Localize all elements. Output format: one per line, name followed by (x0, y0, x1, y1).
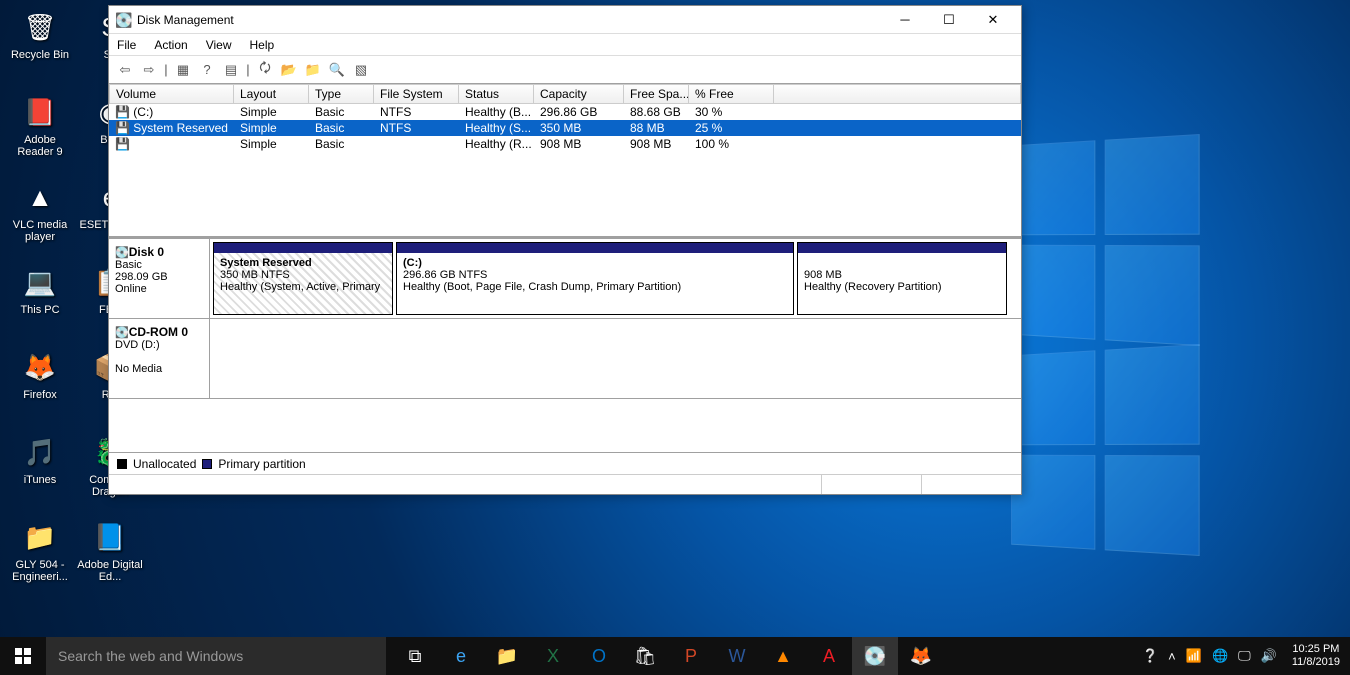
powerpoint-icon[interactable]: P (668, 637, 714, 675)
desktop-icon[interactable]: 📁GLY 504 - Engineeri... (5, 515, 75, 600)
desktop-icon[interactable]: 🗑 Recycle Bin (5, 5, 75, 90)
icon-label: Adobe Reader 9 (5, 134, 75, 158)
task-view-icon[interactable]: ⧉ (392, 637, 438, 675)
toolbar: ⇦ ⇨ | ▦ ? ▤ | 🗘 📂 📁 🔍 ▧ (109, 56, 1021, 84)
back-icon[interactable]: ⇦ (115, 60, 135, 80)
adobe-icon[interactable]: A (806, 637, 852, 675)
toolbar-icon[interactable]: ▤ (221, 60, 241, 80)
disk-info[interactable]: 💽CD-ROM 0DVD (D:)No Media (109, 319, 210, 398)
tray-icon[interactable]: 🌐 (1207, 648, 1233, 664)
partition[interactable]: System Reserved350 MB NTFSHealthy (Syste… (213, 242, 393, 315)
desktop-icon[interactable]: 💻 This PC (5, 260, 75, 345)
icon-label: Firefox (23, 389, 57, 401)
system-tray: ❔ ˄ 📶 🌐 🖵 🔊 10:25 PM 11/8/2019 (1137, 637, 1350, 675)
tray-chevron-icon[interactable]: ˄ (1163, 649, 1181, 664)
toolbar-icon[interactable]: 🔍 (327, 60, 347, 80)
legend-label: Primary partition (218, 457, 305, 471)
app-icon: 🦊 (20, 347, 60, 387)
icon-label: Recycle Bin (11, 49, 69, 61)
legend-swatch (202, 459, 212, 469)
icon-label: VLC media player (5, 219, 75, 243)
word-icon[interactable]: W (714, 637, 760, 675)
toolbar-icon[interactable]: 📂 (279, 60, 299, 80)
excel-icon[interactable]: X (530, 637, 576, 675)
disk-management-window: 💽 Disk Management ─ ☐ ✕ File Action View He… (108, 5, 1022, 495)
search-input[interactable]: Search the web and Windows (46, 637, 386, 675)
app-icon: 💽 (115, 12, 131, 28)
maximize-button[interactable]: ☐ (927, 7, 971, 33)
titlebar[interactable]: 💽 Disk Management ─ ☐ ✕ (109, 6, 1021, 34)
tray-icon[interactable]: ❔ (1137, 648, 1163, 664)
column-header[interactable]: % Free (689, 84, 774, 104)
toolbar-icon[interactable]: 📁 (303, 60, 323, 80)
forward-icon[interactable]: ⇨ (139, 60, 159, 80)
column-header[interactable]: Layout (234, 84, 309, 104)
edge-icon[interactable]: e (438, 637, 484, 675)
close-button[interactable]: ✕ (971, 7, 1015, 33)
desktop-icon[interactable]: 🦊 Firefox (5, 345, 75, 430)
icon-label: Adobe Digital Ed... (75, 559, 145, 583)
desktop-icon[interactable]: ▲VLC media player (5, 175, 75, 260)
icon-label: GLY 504 - Engineeri... (5, 559, 75, 583)
volume-row[interactable]: 💾 SimpleBasicHealthy (R...908 MB908 MB10… (109, 136, 1021, 152)
app-icon: 📁 (20, 517, 60, 557)
disk-graphic-area: 💽Disk 0Basic298.09 GBOnlineSystem Reserv… (109, 239, 1021, 452)
app-icon: 🎵 (20, 432, 60, 472)
column-header[interactable]: Free Spa... (624, 84, 689, 104)
tray-icon[interactable]: 📶 (1181, 648, 1207, 664)
menu-action[interactable]: Action (154, 38, 187, 52)
icon-label: This PC (20, 304, 59, 316)
partition[interactable]: 908 MBHealthy (Recovery Partition) (797, 242, 1007, 315)
app-icon: 📕 (20, 92, 60, 132)
column-header[interactable]: Volume (109, 84, 234, 104)
toolbar-icon[interactable]: ▦ (173, 60, 193, 80)
volume-row[interactable]: 💾 (C:)SimpleBasicNTFSHealthy (B...296.86… (109, 104, 1021, 120)
volume-row[interactable]: 💾 System ReservedSimpleBasicNTFSHealthy … (109, 120, 1021, 136)
window-title: Disk Management (137, 13, 883, 27)
firefox-icon[interactable]: 🦊 (898, 637, 944, 675)
partition[interactable]: (C:)296.86 GB NTFSHealthy (Boot, Page Fi… (396, 242, 794, 315)
desktop-icon[interactable]: 📘Adobe Digital Ed... (75, 515, 145, 600)
statusbar (109, 474, 1021, 494)
minimize-button[interactable]: ─ (883, 7, 927, 33)
column-header[interactable]: Status (459, 84, 534, 104)
app-icon: 💻 (20, 262, 60, 302)
volume-list: VolumeLayoutTypeFile SystemStatusCapacit… (109, 84, 1021, 239)
toolbar-icon[interactable]: ▧ (351, 60, 371, 80)
disk-row: 💽CD-ROM 0DVD (D:)No Media (109, 319, 1021, 399)
menu-file[interactable]: File (117, 38, 136, 52)
start-button[interactable] (0, 637, 46, 675)
disk-row: 💽Disk 0Basic298.09 GBOnlineSystem Reserv… (109, 239, 1021, 319)
menu-help[interactable]: Help (250, 38, 275, 52)
file-explorer-icon[interactable]: 📁 (484, 637, 530, 675)
desktop-icon[interactable]: 🎵 iTunes (5, 430, 75, 515)
icon-label: iTunes (24, 474, 57, 486)
legend-swatch (117, 459, 127, 469)
refresh-icon[interactable]: 🗘 (255, 60, 275, 80)
column-header[interactable]: Capacity (534, 84, 624, 104)
taskbar: Search the web and Windows ⧉ e 📁 X O 🛍 P… (0, 637, 1350, 675)
desktop-icon[interactable]: 📕Adobe Reader 9 (5, 90, 75, 175)
column-header[interactable]: File System (374, 84, 459, 104)
help-icon[interactable]: ? (197, 60, 217, 80)
menubar: File Action View Help (109, 34, 1021, 56)
store-icon[interactable]: 🛍 (622, 637, 668, 675)
column-header[interactable]: Type (309, 84, 374, 104)
vlc-icon[interactable]: ▲ (760, 637, 806, 675)
app-icon: 🗑 (20, 7, 60, 47)
app-icon: 📘 (90, 517, 130, 557)
legend: Unallocated Primary partition (109, 452, 1021, 474)
diskmgmt-icon[interactable]: 💽 (852, 637, 898, 675)
clock[interactable]: 10:25 PM 11/8/2019 (1282, 643, 1350, 669)
outlook-icon[interactable]: O (576, 637, 622, 675)
disk-info[interactable]: 💽Disk 0Basic298.09 GBOnline (109, 239, 210, 318)
menu-view[interactable]: View (206, 38, 232, 52)
legend-label: Unallocated (133, 457, 196, 471)
app-icon: ▲ (20, 177, 60, 217)
volume-icon[interactable]: 🔊 (1256, 648, 1282, 664)
tray-icon[interactable]: 🖵 (1233, 648, 1256, 664)
